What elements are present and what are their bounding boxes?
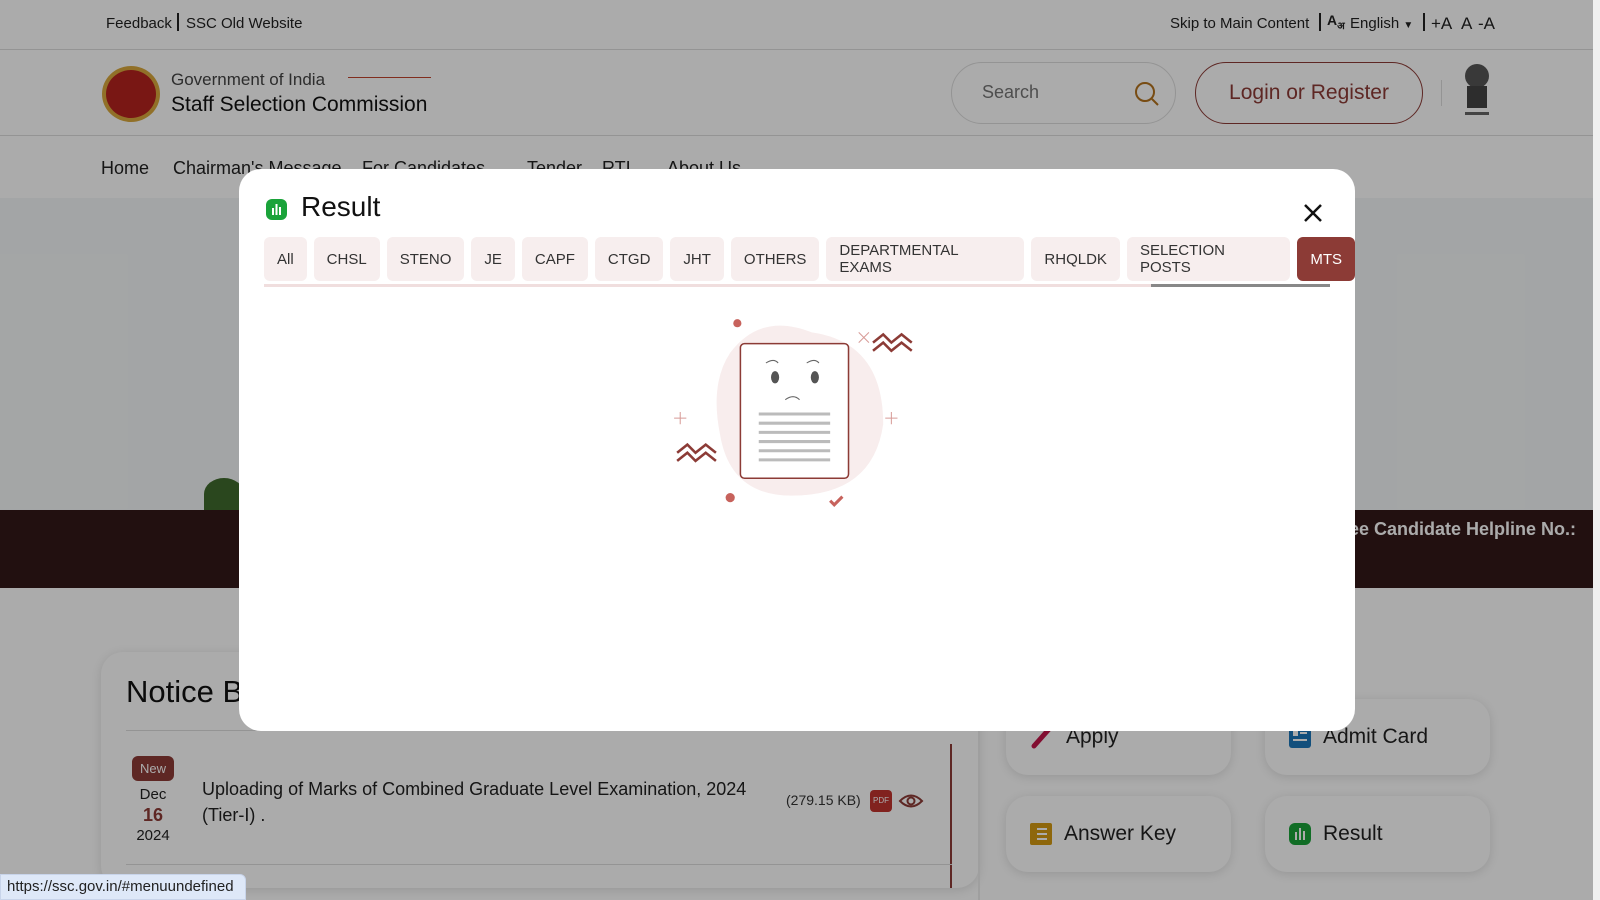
tabs-scrollbar-thumb[interactable]: [1151, 284, 1330, 287]
tab-capf[interactable]: CAPF: [521, 237, 588, 281]
tab-chsl[interactable]: CHSL: [313, 237, 380, 281]
tab-ctgd[interactable]: CTGD: [594, 237, 664, 281]
no-data-illustration: [674, 319, 913, 507]
tab-selection-posts[interactable]: SELECTION POSTS: [1126, 237, 1291, 281]
status-bar-url: https://ssc.gov.in/#menuundefined: [0, 874, 246, 900]
tab-rhqldk[interactable]: RHQLDK: [1031, 237, 1120, 281]
exam-tabs: All CHSL STENO JE CAPF CTGD JHT OTHERS D…: [264, 237, 1355, 281]
result-modal: Result All CHSL STENO JE CAPF CTGD JHT O…: [239, 169, 1355, 731]
tab-mts[interactable]: MTS: [1297, 237, 1355, 281]
modal-title: Result: [301, 191, 381, 222]
page: Feedback SSC Old Website Skip to Main Co…: [0, 0, 1600, 900]
tab-steno[interactable]: STENO: [386, 237, 465, 281]
result-chart-icon: [266, 199, 287, 220]
tab-all[interactable]: All: [264, 237, 307, 281]
page-scrollbar[interactable]: [1593, 0, 1600, 900]
tab-je[interactable]: JE: [471, 237, 515, 281]
tab-others[interactable]: OTHERS: [730, 237, 820, 281]
tab-jht[interactable]: JHT: [670, 237, 724, 281]
tab-departmental-exams[interactable]: DEPARTMENTAL EXAMS: [826, 237, 1025, 281]
close-icon[interactable]: [1303, 203, 1323, 223]
